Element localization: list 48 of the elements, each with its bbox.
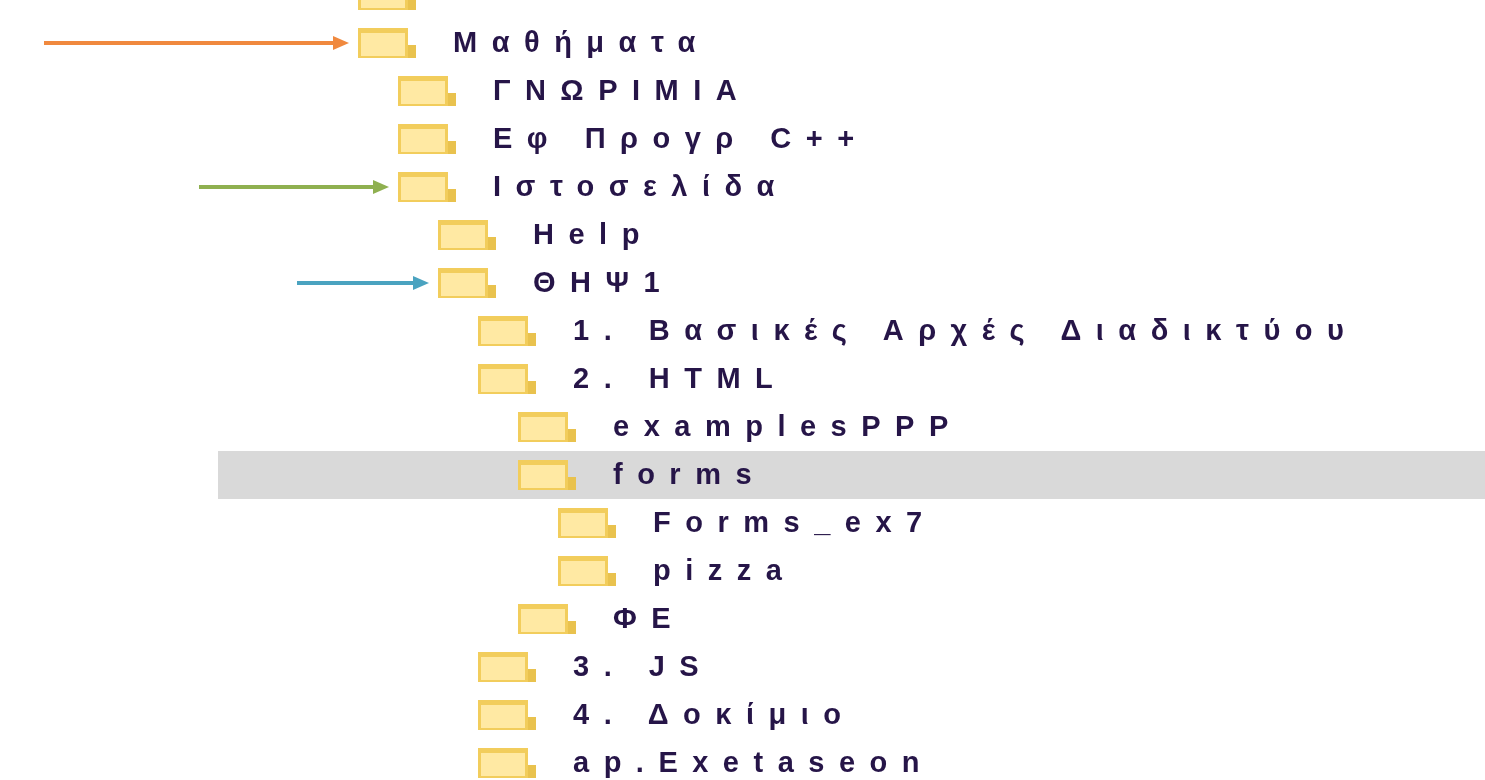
folder-name: ΘΗΨ1	[533, 265, 675, 301]
folder-icon	[557, 555, 617, 587]
tree-row[interactable]: ΦΕ	[218, 595, 1485, 643]
folder-icon	[357, 27, 417, 59]
folder-icon	[397, 123, 457, 155]
tree-row[interactable]: ap.Exetaseon	[218, 739, 1485, 780]
tree-row[interactable]: Μαθήματα	[218, 19, 1485, 67]
folder-icon	[477, 747, 537, 779]
folder-icon	[557, 507, 617, 539]
tree-row[interactable]: examplesPPP	[218, 403, 1485, 451]
tree-row[interactable]: 3. JS	[218, 643, 1485, 691]
tree-row[interactable]: Forms_ex7	[218, 499, 1485, 547]
tree-row[interactable]: 4. Δοκίμιο	[218, 691, 1485, 739]
folder-name: Μαθήματα	[453, 25, 710, 61]
folder-name: 4. Δοκίμιο	[573, 697, 856, 733]
folder-icon	[477, 315, 537, 347]
tree-row[interactable]: forms	[218, 451, 1485, 499]
folder-name: 3. JS	[573, 649, 714, 685]
folder-name: pizza	[653, 553, 797, 589]
folder-name: Εφ Προγρ C++	[493, 121, 869, 157]
folder-icon	[477, 699, 537, 731]
folder-icon	[437, 219, 497, 251]
folder-icon	[517, 411, 577, 443]
folder-icon	[517, 603, 577, 635]
folder-icon	[477, 651, 537, 683]
folder-icon	[397, 75, 457, 107]
folder-name: ΓΝΩΡΙΜΙΑ	[493, 73, 752, 109]
tree-row[interactable]: 1. Βασικές Αρχές Διαδικτύου	[218, 307, 1485, 355]
folder-name: ap.Exetaseon	[573, 745, 934, 780]
folder-name: forms	[613, 457, 767, 493]
folder-name: Ιστοσελίδα	[493, 169, 789, 205]
folder-icon	[477, 363, 537, 395]
tree-row[interactable]: Help	[218, 211, 1485, 259]
tree-row[interactable]: ΘΗΨ1	[218, 259, 1485, 307]
folder-icon	[437, 267, 497, 299]
tree-row[interactable]: 2. HTML	[218, 355, 1485, 403]
folder-name: examplesPPP	[613, 409, 963, 445]
tree-row[interactable]: Εφ Προγρ C++	[218, 115, 1485, 163]
folder-name: Help	[533, 217, 654, 253]
folder-icon	[397, 171, 457, 203]
tree-row[interactable]: pizza	[218, 547, 1485, 595]
tree-row[interactable]: ΓΝΩΡΙΜΙΑ	[218, 67, 1485, 115]
folder-name: 2. HTML	[573, 361, 788, 397]
folder-name: Forms_ex7	[653, 505, 937, 541]
folder-name: 1. Βασικές Αρχές Διαδικτύου	[573, 313, 1359, 349]
folder-icon	[517, 459, 577, 491]
folder-name: ΦΕ	[613, 601, 686, 637]
tree-row[interactable]: Ιστοσελίδα	[218, 163, 1485, 211]
